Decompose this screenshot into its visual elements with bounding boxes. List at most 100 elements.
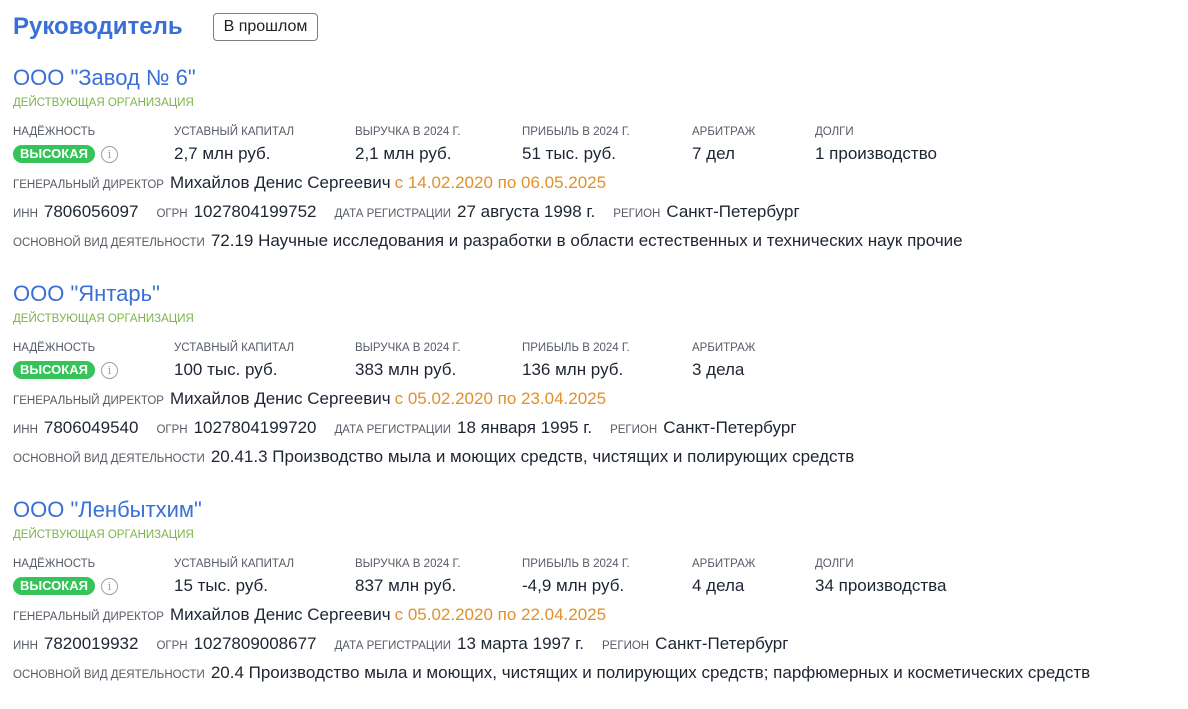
region-label: РЕГИОН [602, 640, 650, 652]
revenue-stat: ВЫРУЧКА В 2024 Г. 383 млн руб. [355, 342, 522, 380]
company-name-link[interactable]: ООО "Ленбытхим" [13, 497, 1188, 523]
director-row: ГЕНЕРАЛЬНЫЙ ДИРЕКТОР Михайлов Денис Серг… [13, 173, 1188, 193]
arbitration-value[interactable]: 3 дела [692, 360, 815, 380]
company-card: ООО "Янтарь" ДЕЙСТВУЮЩАЯ ОРГАНИЗАЦИЯ НАД… [13, 281, 1188, 467]
region-value: Санкт-Петербург [666, 202, 800, 221]
arbitration-value[interactable]: 4 дела [692, 576, 815, 596]
reg-date-label: ДАТА РЕГИСТРАЦИИ [334, 640, 451, 652]
director-name: Михайлов Денис Сергеевич [169, 173, 391, 192]
reliability-badge: ВЫСОКАЯ [13, 577, 95, 595]
revenue-label: ВЫРУЧКА В 2024 Г. [355, 126, 461, 138]
section-header: Руководитель В прошлом [13, 12, 1188, 42]
region-value: Санкт-Петербург [655, 634, 789, 653]
revenue-value: 837 млн руб. [355, 576, 457, 595]
activity-label: ОСНОВНОЙ ВИД ДЕЯТЕЛЬНОСТИ [13, 669, 205, 681]
reliability-label: НАДЁЖНОСТЬ [13, 558, 96, 570]
reg-date-label: ДАТА РЕГИСТРАЦИИ [334, 424, 451, 436]
reg-date-value: 18 января 1995 г. [456, 418, 593, 437]
company-status: ДЕЙСТВУЮЩАЯ ОРГАНИЗАЦИЯ [13, 313, 194, 325]
ogrn-label: ОГРН [156, 640, 188, 652]
reliability-stat: НАДЁЖНОСТЬ ВЫСОКАЯ i [13, 558, 174, 596]
inn-label: ИНН [13, 208, 38, 220]
profit-stat: ПРИБЫЛЬ В 2024 Г. 136 млн руб. [522, 342, 692, 380]
activity-label: ОСНОВНОЙ ВИД ДЕЯТЕЛЬНОСТИ [13, 237, 205, 249]
activity-value: 72.19 Научные исследования и разработки … [210, 231, 963, 250]
revenue-label: ВЫРУЧКА В 2024 Г. [355, 342, 461, 354]
region-label: РЕГИОН [613, 208, 661, 220]
inn-value: 7806049540 [43, 418, 139, 437]
ogrn-value: 1027809008677 [193, 634, 317, 653]
arbitration-stat[interactable]: АРБИТРАЖ 3 дела [692, 342, 815, 380]
arbitration-stat[interactable]: АРБИТРАЖ 7 дел [692, 126, 815, 164]
profit-stat: ПРИБЫЛЬ В 2024 Г. -4,9 млн руб. [522, 558, 692, 596]
info-icon[interactable]: i [100, 361, 118, 379]
arbitration-value[interactable]: 7 дел [692, 144, 815, 164]
reliability-badge: ВЫСОКАЯ [13, 145, 95, 163]
activity-row: ОСНОВНОЙ ВИД ДЕЯТЕЛЬНОСТИ 72.19 Научные … [13, 231, 1188, 251]
activity-row: ОСНОВНОЙ ВИД ДЕЯТЕЛЬНОСТИ 20.41.3 Произв… [13, 447, 1188, 467]
profit-value: -4,9 млн руб. [522, 576, 625, 595]
debts-value[interactable]: 1 производство [815, 144, 975, 164]
capital-stat: УСТАВНЫЙ КАПИТАЛ 15 тыс. руб. [174, 558, 355, 596]
profit-label: ПРИБЫЛЬ В 2024 Г. [522, 342, 630, 354]
debts-label: ДОЛГИ [815, 558, 854, 570]
company-status: ДЕЙСТВУЮЩАЯ ОРГАНИЗАЦИЯ [13, 97, 194, 109]
debts-stat[interactable]: ДОЛГИ 1 производство [815, 126, 975, 164]
company-stats: НАДЁЖНОСТЬ ВЫСОКАЯ i УСТАВНЫЙ КАПИТАЛ 15… [13, 558, 1188, 596]
director-row: ГЕНЕРАЛЬНЫЙ ДИРЕКТОР Михайлов Денис Серг… [13, 389, 1188, 409]
ogrn-value: 1027804199720 [193, 418, 317, 437]
reg-date-value: 13 марта 1997 г. [456, 634, 585, 653]
inn-value: 7806056097 [43, 202, 139, 221]
capital-label: УСТАВНЫЙ КАПИТАЛ [174, 342, 295, 354]
past-filter-button[interactable]: В прошлом [212, 13, 319, 41]
reg-date-value: 27 августа 1998 г. [456, 202, 596, 221]
revenue-stat: ВЫРУЧКА В 2024 Г. 837 млн руб. [355, 558, 522, 596]
capital-stat: УСТАВНЫЙ КАПИТАЛ 100 тыс. руб. [174, 342, 355, 380]
reliability-stat: НАДЁЖНОСТЬ ВЫСОКАЯ i [13, 342, 174, 380]
capital-label: УСТАВНЫЙ КАПИТАЛ [174, 126, 295, 138]
ogrn-label: ОГРН [156, 208, 188, 220]
revenue-label: ВЫРУЧКА В 2024 Г. [355, 558, 461, 570]
capital-stat: УСТАВНЫЙ КАПИТАЛ 2,7 млн руб. [174, 126, 355, 164]
arbitration-label: АРБИТРАЖ [692, 126, 756, 138]
director-period: с 14.02.2020 по 06.05.2025 [394, 173, 607, 192]
reliability-label: НАДЁЖНОСТЬ [13, 342, 96, 354]
company-name-link[interactable]: ООО "Завод № 6" [13, 65, 1188, 91]
profit-label: ПРИБЫЛЬ В 2024 Г. [522, 558, 630, 570]
ogrn-label: ОГРН [156, 424, 188, 436]
debts-stat[interactable]: ДОЛГИ 34 производства [815, 558, 975, 596]
profit-label: ПРИБЫЛЬ В 2024 Г. [522, 126, 630, 138]
registry-row: ИНН 7820019932 ОГРН 1027809008677 ДАТА Р… [13, 634, 1188, 654]
inn-value: 7820019932 [43, 634, 139, 653]
region-label: РЕГИОН [610, 424, 658, 436]
reliability-label: НАДЁЖНОСТЬ [13, 126, 96, 138]
registry-row: ИНН 7806056097 ОГРН 1027804199752 ДАТА Р… [13, 202, 1188, 222]
arbitration-label: АРБИТРАЖ [692, 342, 756, 354]
page-title: Руководитель [13, 13, 183, 40]
company-stats: НАДЁЖНОСТЬ ВЫСОКАЯ i УСТАВНЫЙ КАПИТАЛ 10… [13, 342, 1188, 380]
company-card: ООО "Ленбытхим" ДЕЙСТВУЮЩАЯ ОРГАНИЗАЦИЯ … [13, 497, 1188, 683]
debts-label: ДОЛГИ [815, 126, 854, 138]
company-name-link[interactable]: ООО "Янтарь" [13, 281, 1188, 307]
profit-stat: ПРИБЫЛЬ В 2024 Г. 51 тыс. руб. [522, 126, 692, 164]
revenue-value: 2,1 млн руб. [355, 144, 452, 163]
company-stats: НАДЁЖНОСТЬ ВЫСОКАЯ i УСТАВНЫЙ КАПИТАЛ 2,… [13, 126, 1188, 164]
region-value: Санкт-Петербург [663, 418, 797, 437]
director-period: с 05.02.2020 по 22.04.2025 [394, 605, 607, 624]
director-name: Михайлов Денис Сергеевич [169, 389, 391, 408]
info-icon[interactable]: i [100, 577, 118, 595]
capital-value: 100 тыс. руб. [174, 360, 278, 379]
activity-value: 20.4 Производство мыла и моющих, чистящи… [210, 663, 1091, 682]
director-label: ГЕНЕРАЛЬНЫЙ ДИРЕКТОР [13, 395, 164, 407]
director-row: ГЕНЕРАЛЬНЫЙ ДИРЕКТОР Михайлов Денис Серг… [13, 605, 1188, 625]
capital-value: 2,7 млн руб. [174, 144, 271, 163]
director-name: Михайлов Денис Сергеевич [169, 605, 391, 624]
ogrn-value: 1027804199752 [193, 202, 317, 221]
director-companies-section: Руководитель В прошлом ООО "Завод № 6" Д… [0, 0, 1188, 683]
info-icon[interactable]: i [100, 145, 118, 163]
debts-value[interactable]: 34 производства [815, 576, 975, 596]
reg-date-label: ДАТА РЕГИСТРАЦИИ [334, 208, 451, 220]
registry-row: ИНН 7806049540 ОГРН 1027804199720 ДАТА Р… [13, 418, 1188, 438]
director-period: с 05.02.2020 по 23.04.2025 [394, 389, 607, 408]
arbitration-stat[interactable]: АРБИТРАЖ 4 дела [692, 558, 815, 596]
